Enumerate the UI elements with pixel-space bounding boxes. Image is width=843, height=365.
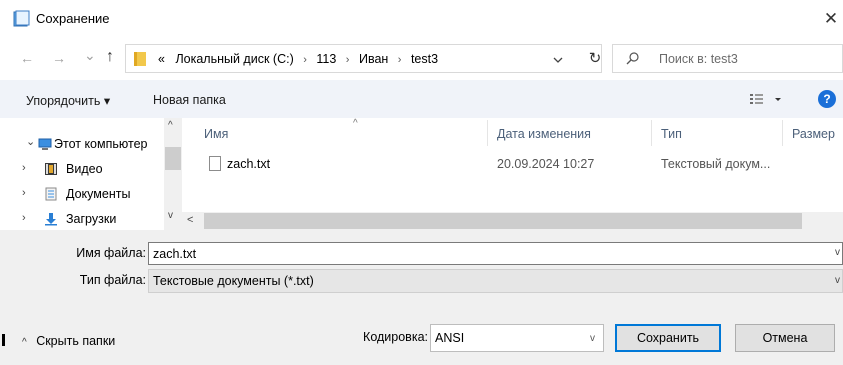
tree-item-label: Загрузки [66,212,117,226]
tree-item-this-pc[interactable]: ⌄ Этот компьютер [0,133,165,157]
file-type: Текстовый докум... [661,157,771,171]
close-button[interactable]: ✕ [819,0,843,38]
notepad-app-icon [13,10,30,27]
cancel-button[interactable]: Отмена [735,324,835,352]
breadcrumb-item[interactable]: 113 [316,52,336,66]
sort-ascending-icon: ^ [353,118,358,129]
column-divider[interactable] [651,120,652,146]
breadcrumb-item[interactable]: test3 [411,52,438,66]
recent-locations-button[interactable]: ⌄ [84,47,96,64]
column-header-modified[interactable]: Дата изменения [497,127,591,141]
column-header-type[interactable]: Тип [661,127,682,141]
column-divider[interactable] [487,120,488,146]
tree-item-label: Этот компьютер [54,137,148,151]
chevron-down-icon[interactable] [549,51,567,69]
encoding-value: ANSI [435,331,465,345]
title-bar: Сохранение ✕ [0,0,843,38]
breadcrumb-overflow[interactable]: « [158,52,165,66]
navigation-pane: ⌄ Этот компьютер › Видео › Документы › З… [0,118,182,230]
forward-button[interactable]: → [52,50,66,66]
folder-icon [134,52,146,66]
tree-item-label: Видео [66,162,103,176]
tree-item-video[interactable]: › Видео [0,158,165,182]
filename-field[interactable]: zach.txt v [148,242,843,265]
chevron-down-icon[interactable]: v [835,247,840,258]
command-toolbar: Упорядочить ▾ Новая папка ? [0,80,843,118]
text-file-icon [209,156,221,171]
up-button[interactable]: ↑ [106,48,114,66]
chevron-down-icon[interactable]: v [835,275,840,286]
filetype-label: Тип файла: [79,273,146,287]
save-form: Имя файла: zach.txt v Тип файла: Текстов… [0,230,843,365]
chevron-down-icon[interactable]: v [590,333,595,344]
new-folder-button[interactable]: Новая папка [153,93,226,107]
scroll-down-icon[interactable]: v [168,210,173,221]
breadcrumb-item[interactable]: Иван [359,52,388,66]
search-input[interactable]: Поиск в: test3 [612,44,843,73]
expand-icon[interactable]: › [22,162,26,174]
scroll-up-icon[interactable]: ^ [168,120,173,131]
breadcrumb-separator-icon[interactable]: › [303,54,307,66]
window-title: Сохранение [36,11,110,26]
file-name: zach.txt [227,157,271,171]
file-list-scrollbar[interactable]: < [182,212,843,230]
breadcrumb: « Локальный диск (C:) › 113 › Иван › tes… [158,52,438,66]
breadcrumb-separator-icon[interactable]: › [346,54,350,66]
navigation-scrollbar[interactable]: ^ v [164,118,182,230]
organize-button[interactable]: Упорядочить ▾ [26,93,110,108]
scrollbar-thumb[interactable] [204,213,802,229]
help-button[interactable]: ? [818,90,836,108]
search-placeholder: Поиск в: test3 [659,52,738,66]
save-button[interactable]: Сохранить [615,324,721,352]
search-icon [626,52,639,65]
encoding-select[interactable]: ANSI v [430,324,604,352]
computer-icon [38,138,52,150]
file-row[interactable]: zach.txt 20.09.2024 10:27 Текстовый доку… [182,152,843,176]
filetype-value: Текстовые документы (*.txt) [153,274,314,288]
tree-item-label: Документы [66,187,131,201]
back-button[interactable]: ← [20,50,34,66]
downloads-folder-icon [45,213,57,226]
documents-folder-icon [45,187,57,201]
hide-folders-label: Скрыть папки [36,334,116,348]
expand-icon[interactable]: ⌄ [26,135,35,148]
refresh-button[interactable]: ↻ [578,44,612,73]
tree-item-documents[interactable]: › Документы [0,183,165,207]
address-row: ← → ⌄ ↑ « Локальный диск (C:) › 113 › Ив… [0,38,843,80]
breadcrumb-separator-icon[interactable]: › [398,54,402,66]
chevron-up-icon: ^ [22,337,27,348]
filename-value: zach.txt [153,247,197,261]
expand-icon[interactable]: › [22,212,26,224]
file-modified: 20.09.2024 10:27 [497,157,595,171]
view-options-icon[interactable] [748,91,788,109]
expand-icon[interactable]: › [22,187,26,199]
scrollbar-thumb[interactable] [165,147,181,170]
hide-folders-button[interactable]: ^ Скрыть папки [22,334,115,348]
filetype-select[interactable]: Текстовые документы (*.txt) v [148,269,843,293]
encoding-label: Кодировка: [363,330,428,344]
scroll-left-icon[interactable]: < [187,214,193,226]
address-bar[interactable]: « Локальный диск (C:) › 113 › Иван › tes… [125,44,602,73]
filename-label: Имя файла: [76,246,146,260]
breadcrumb-item[interactable]: Локальный диск (C:) [175,52,293,66]
edge-artifact [2,334,5,346]
video-folder-icon [45,163,57,175]
column-divider[interactable] [782,120,783,146]
column-header-size[interactable]: Размер [792,127,835,141]
column-header-name[interactable]: Имя [204,127,228,141]
tree-item-downloads[interactable]: › Загрузки [0,208,165,230]
